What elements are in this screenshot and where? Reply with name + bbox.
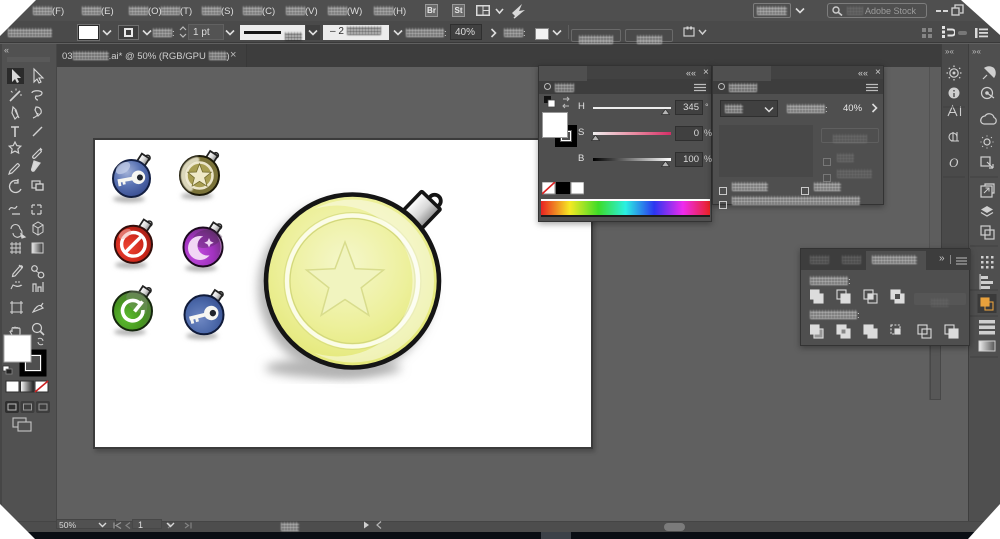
svg-text:»«: »« — [945, 47, 954, 56]
svg-text:«: « — [4, 45, 9, 55]
svg-text:»«: »« — [972, 47, 981, 56]
svg-text:O: O — [949, 155, 959, 170]
